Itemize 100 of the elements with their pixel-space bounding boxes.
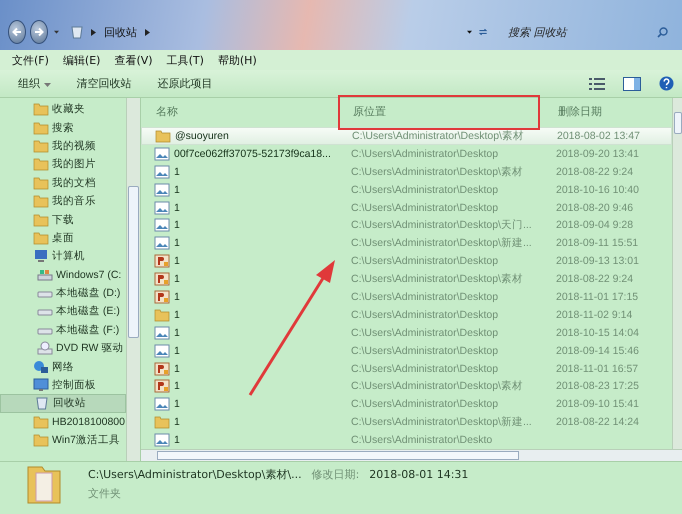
refresh-icon[interactable] [478, 26, 488, 38]
folder-icon [33, 212, 49, 227]
image-file-icon [154, 326, 170, 340]
preview-pane-icon[interactable] [623, 76, 641, 90]
image-file-icon [154, 218, 170, 232]
image-document-icon [154, 290, 170, 304]
folder-icon [33, 102, 49, 116]
folder-icon [33, 176, 49, 190]
file-row[interactable]: 1 C:\Users\Administrator\Desktop 2018-11-01 17:15 [141, 288, 672, 306]
file-row[interactable]: 1 C:\Users\Administrator\Desktop\素材 2018-08-22 9:24 [141, 270, 672, 288]
scrollbar[interactable] [126, 98, 140, 461]
sidebar-item[interactable]: 我的视频 [0, 136, 126, 156]
image-file-icon [154, 433, 170, 448]
back-button[interactable] [8, 20, 26, 44]
caret-icon[interactable] [54, 30, 59, 34]
sidebar-item[interactable]: DVD RW 驱动 [0, 339, 126, 358]
scrollbar[interactable] [141, 449, 682, 461]
breadcrumb[interactable]: 回收站 [104, 24, 137, 40]
file-row[interactable]: 1 C:\Users\Administrator\Desktop 2018-11-01 16:57 [141, 360, 672, 378]
folder-icon [33, 194, 49, 208]
sidebar-item[interactable]: 本地磁盘 (E:) [0, 302, 126, 321]
monitor-icon [33, 378, 49, 392]
chevron-icon[interactable] [90, 28, 96, 36]
folder-icon [154, 415, 170, 430]
file-row[interactable]: 1 C:\Users\Administrator\Desktop\天门... 2018-09-04 9:28 [141, 216, 672, 234]
sidebar-item[interactable]: 收藏夹 [0, 100, 126, 118]
sidebar-item[interactable]: 计算机 [0, 247, 126, 266]
sidebar-item[interactable]: 回收站 [0, 394, 126, 413]
file-row[interactable]: 1 C:\Users\Administrator\Deskto [141, 431, 672, 449]
sidebar-item[interactable]: HB2018100800 [0, 412, 126, 432]
image-document-icon [154, 254, 170, 268]
file-row[interactable]: 1 C:\Users\Administrator\Desktop 2018-09-10 15:41 [141, 395, 672, 414]
file-row[interactable]: 1 C:\Users\Administrator\Desktop 2018-09-13 13:01 [141, 252, 672, 270]
file-row[interactable]: 1 C:\Users\Administrator\Desktop 2018-10-16 10:40 [141, 180, 672, 199]
sidebar-item[interactable]: 我的图片 [0, 155, 126, 174]
image-document-icon [154, 362, 170, 376]
folder-icon [33, 433, 49, 448]
sidebar-item[interactable]: 桌面 [0, 228, 126, 248]
file-row[interactable]: 1 C:\Users\Administrator\Desktop 2018-08-20 9:46 [141, 198, 672, 216]
modified-label: 修改日期: [312, 467, 360, 482]
sidebar-item[interactable]: 网络 [0, 357, 126, 376]
menu-item[interactable]: 查看(V) [114, 52, 153, 68]
image-file-icon [154, 164, 170, 179]
column-header[interactable]: 删除日期 [558, 104, 602, 119]
sidebar-item[interactable]: Win7激活工具 [0, 431, 126, 450]
network-icon [33, 360, 49, 374]
image-file-icon [154, 200, 170, 214]
file-path: C:\Users\Administrator\Desktop\素材\... [88, 467, 302, 482]
folder-icon [154, 308, 170, 322]
image-file-icon [154, 397, 170, 412]
file-type: 文件夹 [88, 486, 122, 501]
image-file-icon [154, 236, 170, 250]
sidebar-item[interactable]: Windows7 (C: [0, 266, 126, 284]
search-icon [657, 26, 668, 38]
menu-item[interactable]: 编辑(E) [62, 52, 100, 68]
file-row[interactable]: 1 C:\Users\Administrator\Desktop\新建... 2018-09-11 15:51 [141, 234, 672, 252]
sidebar-item[interactable]: 下载 [0, 210, 126, 229]
computer-icon [33, 249, 49, 264]
file-row[interactable]: 1 C:\Users\Administrator\Desktop 2018-09-14 15:46 [141, 342, 672, 360]
sidebar-item[interactable]: 我的音乐 [0, 192, 126, 210]
toolbar-button[interactable]: 还原此项目 [154, 73, 216, 94]
modified-date: 2018-08-01 14:31 [369, 468, 468, 481]
forward-arrow-icon [32, 26, 45, 38]
folder-icon [155, 128, 171, 143]
sidebar-item[interactable]: 搜索 [0, 118, 126, 137]
forward-button[interactable] [30, 20, 48, 44]
file-row[interactable]: 1 C:\Users\Administrator\Desktop\素材 2018-08-22 9:24 [141, 162, 672, 181]
sidebar-item[interactable]: 本地磁盘 (D:) [0, 284, 126, 302]
organize-button[interactable]: 组织 [14, 73, 54, 94]
image-file-icon [154, 182, 170, 197]
menu-item[interactable]: 文件(F) [12, 52, 49, 68]
folder-icon [33, 230, 49, 245]
image-file-icon [154, 344, 170, 358]
sidebar-item[interactable]: 本地磁盘 (F:) [0, 320, 126, 340]
folder-icon [33, 120, 49, 135]
sidebar-item[interactable]: 控制面板 [0, 376, 126, 394]
recycle-bin-icon [34, 396, 50, 410]
back-arrow-icon [10, 26, 23, 38]
view-list-icon[interactable] [589, 76, 605, 90]
file-row[interactable]: 1 C:\Users\Administrator\Desktop 2018-11-02 9:14 [141, 306, 672, 324]
chevron-icon[interactable] [144, 28, 150, 36]
sidebar-item[interactable]: 我的文档 [0, 174, 126, 192]
scrollbar[interactable] [672, 98, 682, 449]
drive-icon [37, 268, 53, 282]
file-row[interactable]: 1 C:\Users\Administrator\Desktop\新建... 2018-08-22 14:24 [141, 413, 672, 432]
file-row[interactable]: 00f7ce062ff37075-52173f9ca18... C:\Users\Administrator\Desktop 2018-09-20 13:41 [141, 144, 672, 163]
menu-item[interactable]: 帮助(H) [218, 52, 257, 68]
disc-drive-icon [37, 341, 53, 356]
help-icon[interactable] [659, 76, 674, 91]
column-header[interactable]: 原位置 [353, 104, 558, 119]
menu-item[interactable]: 工具(T) [166, 52, 204, 68]
search-field[interactable]: 搜索 回收站 [506, 24, 654, 40]
dropdown-caret-icon[interactable] [466, 30, 472, 34]
image-document-icon [154, 379, 170, 394]
file-row[interactable]: 1 C:\Users\Administrator\Desktop 2018-10-15 14:04 [141, 324, 672, 342]
toolbar-button[interactable]: 清空回收站 [72, 73, 136, 94]
file-row[interactable]: @suoyuren C:\Users\Administrator\Desktop\素材 2018-08-02 13:47 [141, 127, 672, 145]
caret-icon [44, 83, 50, 87]
column-header[interactable]: 名称 [156, 104, 353, 119]
file-row[interactable]: 1 C:\Users\Administrator\Desktop\素材 2018-08-23 17:25 [141, 377, 672, 396]
